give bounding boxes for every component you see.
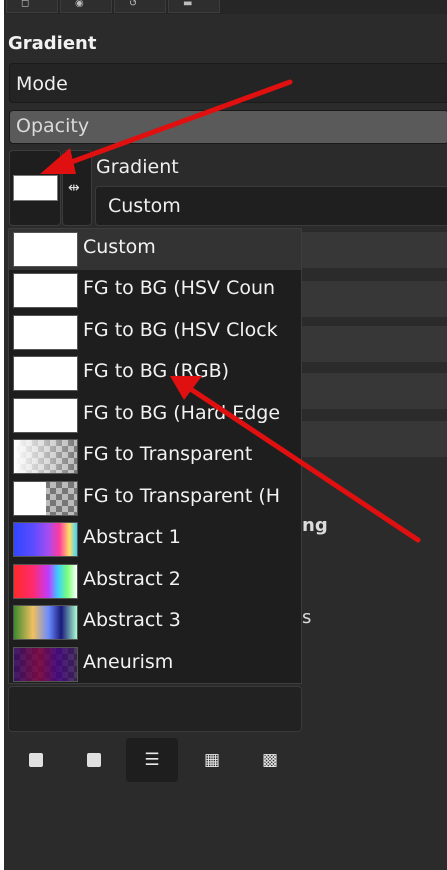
annotation-arrowhead [40, 148, 76, 174]
annotation-arrows [40, 79, 421, 543]
annotation-arrow-line [177, 379, 421, 543]
annotation-arrow-line [52, 79, 293, 171]
